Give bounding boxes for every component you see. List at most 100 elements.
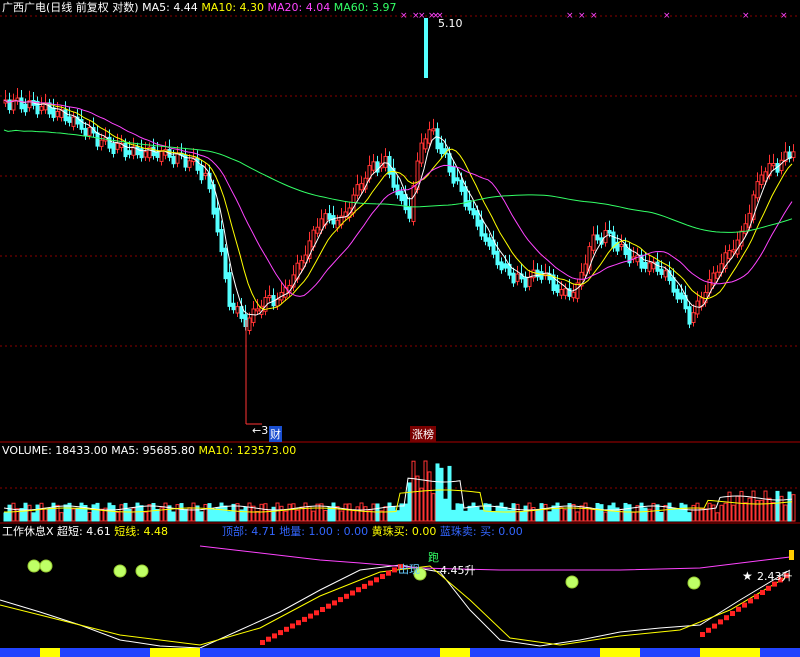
bottom-band-segment bbox=[40, 648, 60, 657]
pao-tag: 跑 bbox=[428, 551, 439, 564]
volume-bar bbox=[7, 504, 12, 522]
candle-body bbox=[487, 237, 492, 247]
volume-bar bbox=[51, 502, 56, 522]
candle-body bbox=[51, 107, 56, 118]
volume-bar bbox=[71, 508, 76, 522]
cai-tag[interactable]: 财 bbox=[269, 426, 282, 442]
candle-body bbox=[327, 213, 332, 220]
volume-bar bbox=[659, 511, 664, 522]
volume-bar bbox=[219, 502, 224, 522]
volume-bar bbox=[663, 505, 668, 522]
volume-header: VOLUME: 18433.00 MA5: 95685.80 MA10: 123… bbox=[2, 444, 296, 457]
volume-bar bbox=[107, 502, 112, 522]
signal-bar bbox=[718, 619, 723, 625]
signal-bar bbox=[350, 590, 355, 596]
candle-body bbox=[471, 208, 476, 216]
sheng-tag-1: 4.45升 bbox=[440, 564, 476, 577]
volume-bar bbox=[695, 502, 700, 522]
volume-bar bbox=[495, 505, 500, 522]
volume-bar bbox=[687, 512, 692, 522]
volume-bar bbox=[339, 510, 344, 522]
candle-body bbox=[619, 244, 624, 248]
signal-bar bbox=[302, 616, 307, 622]
signal-bar bbox=[742, 602, 747, 608]
volume-bar bbox=[603, 511, 608, 522]
volume-bar bbox=[43, 508, 48, 522]
candle-body bbox=[571, 291, 576, 299]
apple-icon bbox=[565, 575, 579, 589]
signal-bar bbox=[386, 570, 391, 576]
huangzhu-label: 黄珠买: bbox=[371, 525, 409, 538]
zhangbang-tag[interactable]: 涨榜 bbox=[410, 426, 436, 442]
volume-bar bbox=[111, 505, 116, 522]
volume-bar bbox=[63, 504, 68, 522]
volume-bar bbox=[115, 511, 120, 522]
candlestick-chart-canvas[interactable]: × ×× ××× × × × × × ×★ bbox=[0, 0, 800, 657]
volume-bar bbox=[87, 511, 92, 522]
volume-bar bbox=[375, 503, 380, 522]
volume-bar bbox=[523, 505, 528, 522]
signal-bar bbox=[278, 630, 283, 636]
volume-bar bbox=[259, 503, 264, 522]
candle-body bbox=[731, 249, 736, 253]
volume-bar bbox=[403, 503, 408, 522]
volume-bar bbox=[671, 507, 676, 522]
volume-bar bbox=[227, 511, 232, 522]
volume-bar bbox=[419, 487, 424, 522]
signal-marker: × bbox=[780, 11, 788, 21]
volume-bar bbox=[23, 502, 28, 522]
volume-bar bbox=[719, 504, 724, 522]
volume-bar bbox=[271, 506, 276, 522]
volume-bar bbox=[155, 509, 160, 522]
indicator-name[interactable]: 工作休息X bbox=[2, 525, 54, 538]
volume-bar bbox=[611, 502, 616, 522]
duanxian-label: 短线: bbox=[114, 525, 140, 538]
volume-bar bbox=[263, 503, 268, 522]
volume-bar bbox=[563, 509, 568, 522]
volume-bar bbox=[479, 509, 484, 522]
volume-bar bbox=[723, 502, 728, 522]
volume-bar bbox=[291, 503, 296, 522]
candle-body bbox=[95, 132, 100, 147]
candle-body bbox=[155, 151, 160, 158]
indicator-duanxian-line bbox=[0, 565, 791, 646]
candle-body bbox=[647, 262, 652, 272]
signal-bar bbox=[338, 597, 343, 603]
chart-window[interactable]: × × × × × × × × × × × × ★ 广西广电(日线 前复权 对数) MA5: 4.44 … bbox=[0, 0, 800, 657]
volume-bar bbox=[491, 510, 496, 522]
volume-bar bbox=[355, 506, 360, 522]
volume-bar bbox=[395, 510, 400, 522]
candle-body bbox=[435, 128, 440, 150]
ma20-label: MA20: bbox=[267, 1, 303, 14]
candle-body bbox=[159, 150, 164, 162]
volume-bar bbox=[667, 502, 672, 522]
candle-body bbox=[227, 272, 232, 307]
volume-bar bbox=[191, 502, 196, 522]
signal-bar bbox=[754, 594, 759, 600]
volume-bar bbox=[631, 511, 636, 522]
candle-body bbox=[459, 179, 464, 192]
candle-body bbox=[195, 157, 200, 171]
volume-bar bbox=[283, 510, 288, 522]
volume-bar bbox=[571, 504, 576, 522]
candle-body bbox=[399, 190, 404, 202]
volume-bar bbox=[147, 504, 152, 522]
candle-body bbox=[171, 155, 176, 165]
signal-bar bbox=[356, 587, 361, 593]
signal-marker: × bbox=[400, 11, 408, 21]
volume-bar bbox=[775, 490, 780, 522]
candle-body bbox=[503, 263, 508, 269]
candle-body bbox=[99, 139, 104, 147]
candle-body bbox=[511, 272, 516, 284]
volume-bar bbox=[131, 507, 136, 522]
bottom-band-segment bbox=[600, 648, 640, 657]
indicator-dingbu-line bbox=[199, 545, 791, 571]
volume-bar bbox=[99, 508, 104, 522]
ma10-label: MA10: bbox=[201, 1, 237, 14]
dibu-value: 1.00 bbox=[308, 525, 333, 538]
volume-bar bbox=[367, 510, 372, 522]
volume-bar bbox=[503, 506, 508, 522]
apple-icon bbox=[687, 576, 701, 590]
volume-bar bbox=[327, 506, 332, 522]
volume-bar bbox=[467, 505, 472, 522]
